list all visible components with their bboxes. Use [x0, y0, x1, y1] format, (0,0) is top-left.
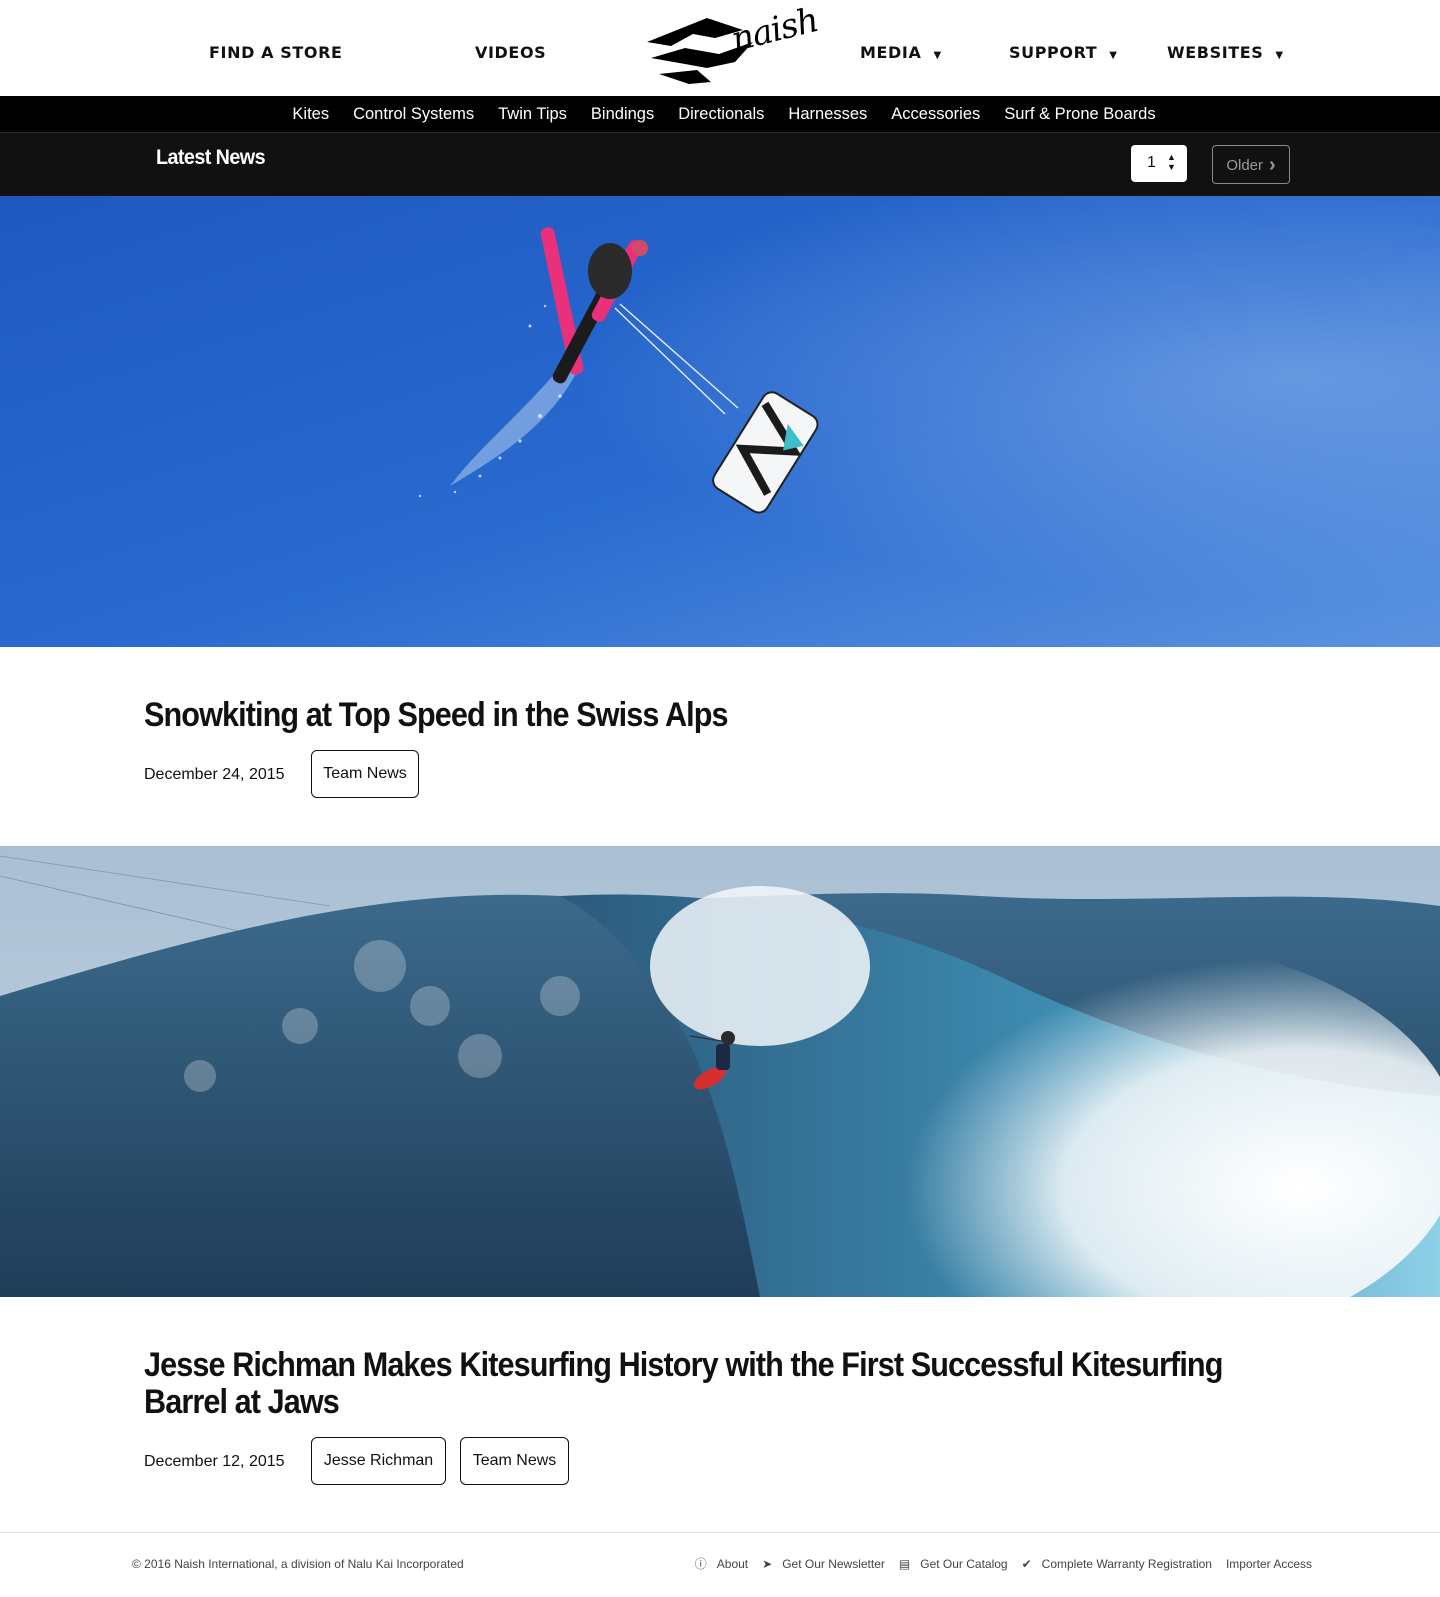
footer-link-label: Complete Warranty Registration — [1041, 1556, 1212, 1571]
latest-news-bar: Latest News 1 ▲ ▼ Older › — [0, 132, 1440, 196]
category-surf-prone-boards[interactable]: Surf & Prone Boards — [992, 96, 1167, 132]
post-image-jaws-barrel[interactable] — [0, 846, 1440, 1297]
nav-websites-label: WEBSITES — [1167, 43, 1264, 62]
caret-down-icon: ▼ — [1109, 49, 1118, 61]
snowkiter-sky-image — [0, 196, 1440, 647]
post-title-jaws-barrel[interactable]: Jesse Richman Makes Kitesurfing History … — [144, 1347, 1278, 1421]
older-posts-button[interactable]: Older › — [1212, 145, 1290, 184]
send-icon: ➤ — [762, 1556, 773, 1571]
caret-down-icon: ▼ — [1275, 49, 1284, 61]
footer-link-warranty[interactable]: ✔ Complete Warranty Registration — [1022, 1557, 1212, 1571]
category-accessories[interactable]: Accessories — [879, 96, 992, 132]
footer-links: ⓘ About ➤ Get Our Newsletter ▤ Get Our C… — [681, 1555, 1312, 1572]
check-icon: ✔ — [1021, 1556, 1032, 1571]
footer-link-label: Get Our Newsletter — [782, 1556, 885, 1571]
info-icon: ⓘ — [694, 1557, 707, 1571]
tag-team-news[interactable]: Team News — [460, 1437, 569, 1485]
page-number-select[interactable]: 1 ▲ ▼ — [1131, 145, 1187, 182]
footer-link-label: Importer Access — [1225, 1556, 1312, 1571]
category-kites[interactable]: Kites — [280, 96, 341, 132]
section-title: Latest News — [156, 146, 266, 169]
tag-jesse-richman[interactable]: Jesse Richman — [311, 1437, 446, 1485]
category-nav: Kites Control Systems Twin Tips Bindings… — [0, 96, 1440, 132]
page-number-value: 1 — [1147, 154, 1156, 171]
post-date: December 12, 2015 — [144, 1453, 285, 1470]
copyright-text: © 2016 Naish International, a division o… — [132, 1557, 464, 1571]
site-header: FIND A STORE VIDEOS naish MEDIA ▼ SUPPORT… — [0, 0, 1440, 96]
post-image-snowkiting[interactable] — [0, 196, 1440, 647]
big-wave-image — [0, 846, 1440, 1297]
nav-support-label: SUPPORT — [1009, 43, 1098, 62]
category-bindings[interactable]: Bindings — [579, 96, 666, 132]
site-footer: © 2016 Naish International, a division o… — [0, 1532, 1440, 1597]
nav-media-label: MEDIA — [860, 43, 922, 62]
nav-support[interactable]: SUPPORT ▼ — [1009, 41, 1118, 65]
nav-find-a-store[interactable]: FIND A STORE — [209, 41, 343, 65]
category-harnesses[interactable]: Harnesses — [776, 96, 879, 132]
footer-link-about[interactable]: ⓘ About — [695, 1555, 748, 1572]
post-title-snowkiting[interactable]: Snowkiting at Top Speed in the Swiss Alp… — [144, 697, 729, 734]
tag-team-news[interactable]: Team News — [311, 750, 419, 798]
category-twin-tips[interactable]: Twin Tips — [486, 96, 579, 132]
nav-videos[interactable]: VIDEOS — [475, 41, 546, 65]
footer-link-label: About — [716, 1556, 749, 1571]
nav-media[interactable]: MEDIA ▼ — [860, 41, 942, 65]
spinner-arrows-icon: ▲ ▼ — [1167, 152, 1176, 172]
caret-down-icon: ▼ — [933, 49, 942, 61]
footer-link-newsletter[interactable]: ➤ Get Our Newsletter — [762, 1557, 885, 1571]
footer-link-importer-access[interactable]: Importer Access — [1226, 1557, 1312, 1571]
footer-link-catalog[interactable]: ▤ Get Our Catalog — [899, 1557, 1008, 1571]
chevron-right-icon: › — [1269, 154, 1276, 176]
post-date: December 24, 2015 — [144, 766, 285, 783]
naish-logo[interactable]: naish — [645, 0, 822, 88]
footer-link-label: Get Our Catalog — [920, 1556, 1008, 1571]
document-icon: ▤ — [898, 1556, 911, 1571]
category-control-systems[interactable]: Control Systems — [341, 96, 486, 132]
category-directionals[interactable]: Directionals — [666, 96, 776, 132]
older-label: Older — [1226, 157, 1263, 174]
nav-websites[interactable]: WEBSITES ▼ — [1167, 41, 1284, 65]
